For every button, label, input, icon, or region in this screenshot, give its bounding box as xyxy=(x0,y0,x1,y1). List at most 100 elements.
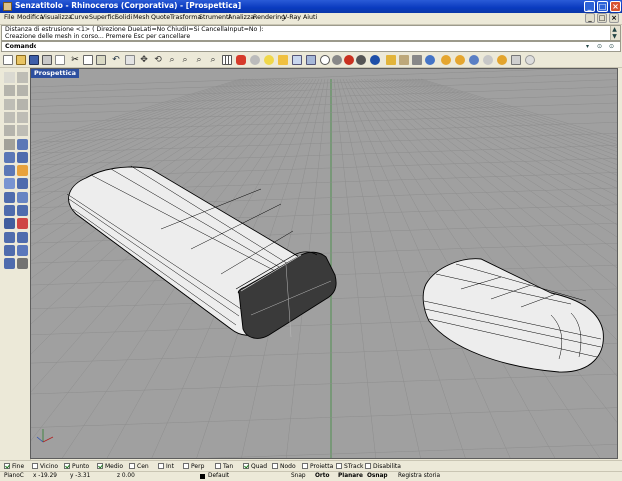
menu-strumenti[interactable]: Strumenti xyxy=(199,14,230,21)
menu-rendering[interactable]: Rendering xyxy=(253,14,285,21)
extrude-icon[interactable] xyxy=(4,165,15,177)
osnap-checkbox[interactable] xyxy=(4,463,10,469)
menu-solidi[interactable]: Solidi xyxy=(115,14,132,21)
status-osnap[interactable]: Osnap xyxy=(367,473,388,479)
osnap-nodo[interactable]: Nodo xyxy=(272,463,296,471)
menu-file[interactable]: File xyxy=(4,14,15,21)
osnap-checkbox[interactable] xyxy=(302,463,308,469)
osnap-medio[interactable]: Medio xyxy=(97,463,123,471)
light-icon[interactable] xyxy=(264,55,274,65)
undo-icon[interactable]: ↶ xyxy=(111,55,121,65)
osnap-strack[interactable]: STrack xyxy=(336,463,364,471)
history-scrollbar[interactable]: ▲ ▼ xyxy=(610,26,620,40)
rectangle-icon[interactable] xyxy=(17,85,28,97)
arrow-up-icon[interactable]: ▲ xyxy=(611,26,618,33)
vray-render-icon[interactable] xyxy=(441,55,451,65)
osnap-checkbox[interactable] xyxy=(336,463,342,469)
viewport-canvas[interactable] xyxy=(31,69,618,459)
mesh-icon[interactable] xyxy=(4,178,15,190)
copy-icon[interactable] xyxy=(83,55,93,65)
osnap-int[interactable]: Int xyxy=(158,463,174,471)
sphere-icon[interactable] xyxy=(17,151,28,163)
vray-icon[interactable] xyxy=(386,55,396,65)
vray-options-icon[interactable] xyxy=(399,55,409,65)
osnap-checkbox[interactable] xyxy=(243,463,249,469)
status-layer[interactable]: Default xyxy=(208,473,229,479)
rotate-view-icon[interactable]: ⟲ xyxy=(153,55,163,65)
help-icon[interactable] xyxy=(425,55,435,65)
arrow-up-icon[interactable]: ⊙ xyxy=(596,43,603,50)
osnap-cen[interactable]: Cen xyxy=(129,463,149,471)
status-planare[interactable]: Planare xyxy=(338,473,363,479)
status-orto[interactable]: Orto xyxy=(315,473,330,479)
render-sphere-icon[interactable] xyxy=(4,258,15,270)
osnap-checkbox[interactable] xyxy=(97,463,103,469)
osnap-checkbox[interactable] xyxy=(215,463,221,469)
arrow-down-icon[interactable]: ▼ xyxy=(611,33,618,40)
surface-icon[interactable] xyxy=(17,138,28,150)
dropdown-icon[interactable]: ▾ xyxy=(584,43,591,50)
osnap-punto[interactable]: Punto xyxy=(64,463,89,471)
doc-minimize-button[interactable]: _ xyxy=(585,13,595,23)
viewport-title-tab[interactable]: Prospettica xyxy=(31,69,80,78)
status-snap[interactable]: Snap xyxy=(291,473,306,479)
vray-frame-icon[interactable] xyxy=(455,55,465,65)
point-icon[interactable] xyxy=(17,72,28,83)
command-input[interactable] xyxy=(36,43,576,50)
osnap-checkbox[interactable] xyxy=(365,463,371,469)
select-icon[interactable] xyxy=(125,55,135,65)
fillet-icon[interactable] xyxy=(17,125,28,137)
dimension-icon[interactable] xyxy=(17,244,28,256)
mirror-icon[interactable] xyxy=(4,205,15,216)
doc-restore-button[interactable]: □ xyxy=(597,13,607,23)
rendered-icon[interactable] xyxy=(344,55,354,65)
shaded-icon[interactable] xyxy=(332,55,342,65)
box-icon[interactable] xyxy=(4,151,15,163)
explode-icon[interactable] xyxy=(17,218,28,230)
menu-superfici[interactable]: Superfici xyxy=(89,14,117,21)
close-button[interactable]: × xyxy=(610,1,621,12)
osnap-checkbox[interactable] xyxy=(64,463,70,469)
osnap-proietta[interactable]: Proietta xyxy=(302,463,333,471)
menu-analizza[interactable]: Analizza xyxy=(228,14,254,21)
menu-vray[interactable]: V-Ray xyxy=(283,14,301,21)
zoom-icon[interactable]: ⌕ xyxy=(167,55,177,65)
perspective-viewport[interactable]: Prospettica xyxy=(30,68,618,459)
menu-mesh[interactable]: Mesh xyxy=(133,14,150,21)
vray-dome-icon[interactable] xyxy=(525,55,535,65)
ellipse-icon[interactable] xyxy=(17,98,28,110)
osnap-icon[interactable] xyxy=(278,55,288,65)
join-icon[interactable] xyxy=(4,218,15,230)
vray-light-icon[interactable] xyxy=(469,55,479,65)
vray-sun-icon[interactable] xyxy=(497,55,507,65)
polyline-icon[interactable] xyxy=(4,85,15,97)
trim-icon[interactable] xyxy=(4,231,15,243)
osnap-checkbox[interactable] xyxy=(129,463,135,469)
osnap-fine[interactable]: Fine xyxy=(4,463,24,471)
maximize-button[interactable]: □ xyxy=(597,1,608,12)
osnap-tan[interactable]: Tan xyxy=(215,463,233,471)
vray-mesh-icon[interactable] xyxy=(511,55,521,65)
status-history[interactable]: Registra storia xyxy=(398,473,440,479)
properties-icon[interactable] xyxy=(292,55,302,65)
split-icon[interactable] xyxy=(17,231,28,243)
polygon-icon[interactable] xyxy=(17,111,28,123)
open-file-icon[interactable] xyxy=(16,55,26,65)
osnap-checkbox[interactable] xyxy=(158,463,164,469)
print-icon[interactable] xyxy=(42,55,52,65)
zoom-window-icon[interactable]: ⌕ xyxy=(180,55,190,65)
import-icon[interactable] xyxy=(55,55,65,65)
osnap-checkbox[interactable] xyxy=(183,463,189,469)
new-file-icon[interactable] xyxy=(3,55,13,65)
wireframe-icon[interactable] xyxy=(320,55,330,65)
text-icon[interactable] xyxy=(4,244,15,256)
osnap-disabilita[interactable]: Disabilita xyxy=(365,463,401,471)
menu-curve[interactable]: Curve xyxy=(70,14,89,21)
osnap-vicino[interactable]: Vicino xyxy=(32,463,58,471)
layer-icon[interactable] xyxy=(306,55,316,65)
move-icon[interactable] xyxy=(17,178,28,190)
render-icon[interactable] xyxy=(370,55,380,65)
vray-sphere-icon[interactable] xyxy=(483,55,493,65)
arc-icon[interactable] xyxy=(4,111,15,123)
menu-aiuti[interactable]: Aiuti xyxy=(303,14,317,21)
